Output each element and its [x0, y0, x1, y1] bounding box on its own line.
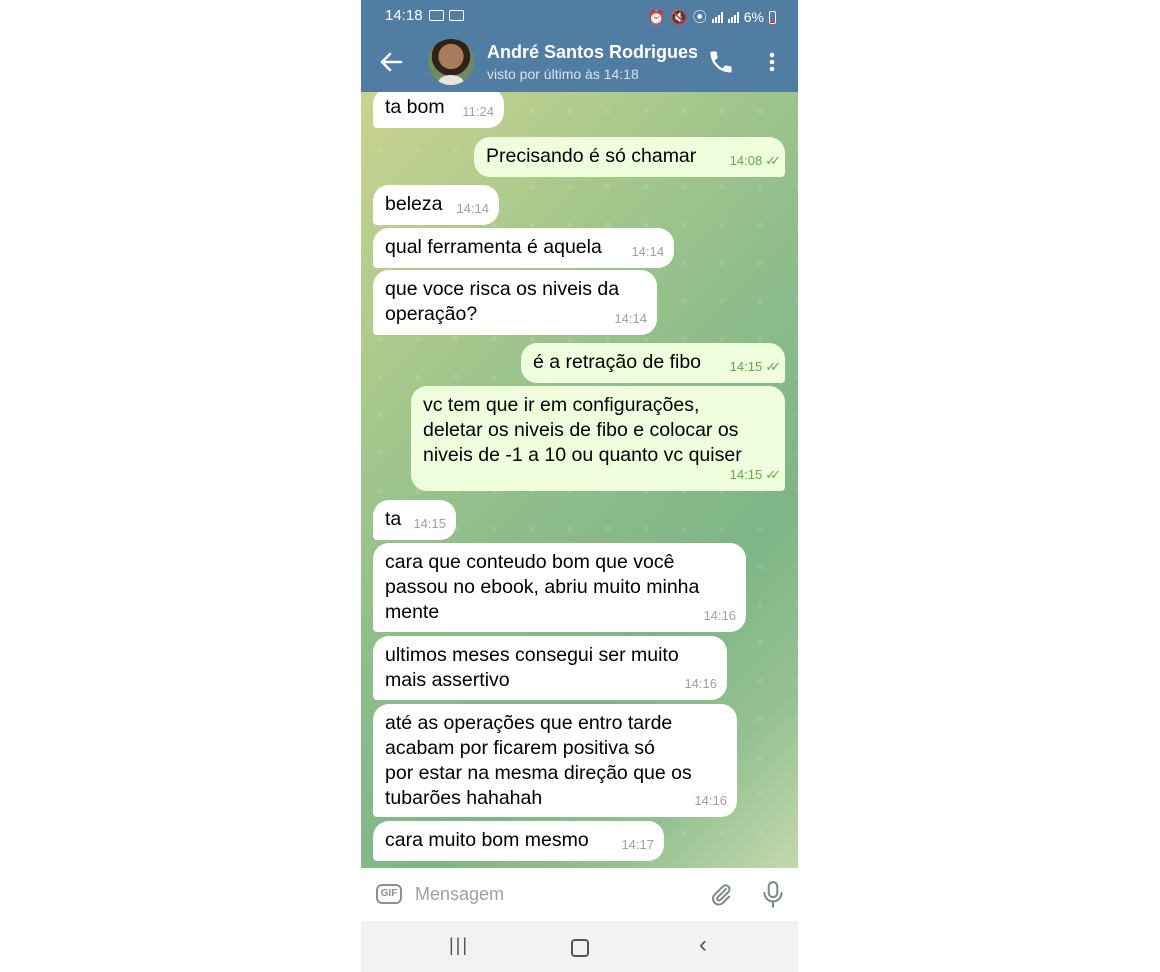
chat-header: André Santos Rodrigues visto por último …: [361, 32, 798, 92]
message-time: 14:17: [621, 837, 654, 852]
message-text: até as operações que entro tarde acabam …: [385, 712, 692, 809]
message-text: Precisando é só chamar: [486, 145, 697, 167]
mute-icon: 🔇: [670, 8, 688, 25]
message-incoming[interactable]: beleza 14:14: [373, 185, 499, 225]
message-text: ta: [385, 508, 402, 530]
message-incoming[interactable]: ultimos meses consegui ser muito mais as…: [373, 636, 727, 700]
message-text: ultimos meses consegui ser muito mais as…: [385, 644, 679, 691]
home-icon[interactable]: [571, 939, 589, 957]
message-incoming[interactable]: ta 14:15: [373, 500, 456, 540]
message-outgoing[interactable]: Precisando é só chamar 14:08 ✓✓: [474, 137, 785, 177]
status-time: 14:18: [385, 7, 423, 24]
double-check-icon: ✓✓: [765, 467, 781, 482]
gallery-icon: [429, 10, 444, 21]
message-text: que voce risca os niveis da operação?: [385, 278, 620, 325]
battery-icon: [769, 10, 776, 24]
message-time: 14:14: [614, 311, 647, 326]
location-icon: ⦿: [692, 9, 707, 25]
message-time: 14:14: [631, 244, 664, 259]
status-icons: ⏰ 🔇 ⦿ 6%: [648, 7, 776, 27]
double-check-icon: ✓✓: [765, 153, 781, 168]
message-outgoing[interactable]: é a retração de fibo 14:15 ✓✓: [521, 343, 785, 383]
message-incoming[interactable]: até as operações que entro tarde acabam …: [373, 704, 737, 817]
message-time: 14:08 ✓✓: [730, 148, 781, 173]
microphone-icon[interactable]: [760, 880, 786, 910]
signal-icon: [711, 11, 723, 23]
contact-name[interactable]: André Santos Rodrigues: [487, 42, 697, 63]
back-icon[interactable]: ‹: [693, 933, 713, 959]
message-text: beleza: [385, 193, 443, 215]
message-time: 14:15 ✓✓: [730, 354, 781, 379]
more-vertical-icon[interactable]: [760, 48, 784, 76]
signal-icon: [727, 11, 739, 23]
recent-apps-icon[interactable]: |||: [448, 935, 470, 957]
message-text: ta bom: [385, 96, 445, 118]
arrow-left-icon[interactable]: [375, 46, 407, 78]
message-time: 14:14: [456, 201, 489, 216]
phone-screen: 14:18 ⏰ 🔇 ⦿ 6% André Santos Rodrigues vi…: [361, 0, 798, 972]
system-nav-bar: ||| ‹: [361, 921, 798, 972]
message-text: é a retração de fibo: [533, 351, 702, 373]
message-incoming[interactable]: qual ferramenta é aquela 14:14: [373, 228, 674, 268]
message-incoming[interactable]: ta bom 11:24: [373, 92, 504, 128]
message-time: 14:16: [694, 793, 727, 808]
status-bar: 14:18 ⏰ 🔇 ⦿ 6%: [361, 0, 798, 32]
message-input-bar: GIF Mensagem: [361, 868, 798, 921]
gif-button[interactable]: GIF: [376, 884, 402, 904]
avatar[interactable]: [428, 39, 474, 85]
message-input[interactable]: Mensagem: [415, 884, 504, 905]
paperclip-icon[interactable]: [708, 882, 734, 908]
alarm-icon: ⏰: [647, 8, 666, 25]
last-seen-status: visto por último às 14:18: [487, 66, 639, 82]
chat-area[interactable]: ta bom 11:24 Precisando é só chamar 14:0…: [361, 92, 798, 868]
message-text: cara muito bom mesmo: [385, 829, 589, 851]
message-time: 14:15: [413, 516, 446, 531]
message-incoming[interactable]: que voce risca os niveis da operação? 14…: [373, 270, 657, 335]
message-text: qual ferramenta é aquela: [385, 236, 602, 258]
message-incoming[interactable]: cara muito bom mesmo 14:17: [373, 821, 664, 861]
message-time: 14:16: [703, 608, 736, 623]
double-check-icon: ✓✓: [765, 359, 781, 374]
gallery-icon: [449, 10, 464, 21]
battery-level: 6%: [743, 9, 764, 25]
message-time: 14:16: [684, 676, 717, 691]
message-time: 11:24: [462, 104, 494, 119]
message-incoming[interactable]: cara que conteudo bom que você passou no…: [373, 543, 746, 632]
phone-icon[interactable]: [707, 48, 735, 76]
message-text: cara que conteudo bom que você passou no…: [385, 551, 700, 623]
message-time: 14:15 ✓✓: [730, 462, 781, 487]
message-outgoing[interactable]: vc tem que ir em configurações, deletar …: [411, 386, 785, 491]
message-text: vc tem que ir em configurações, deletar …: [423, 394, 742, 466]
